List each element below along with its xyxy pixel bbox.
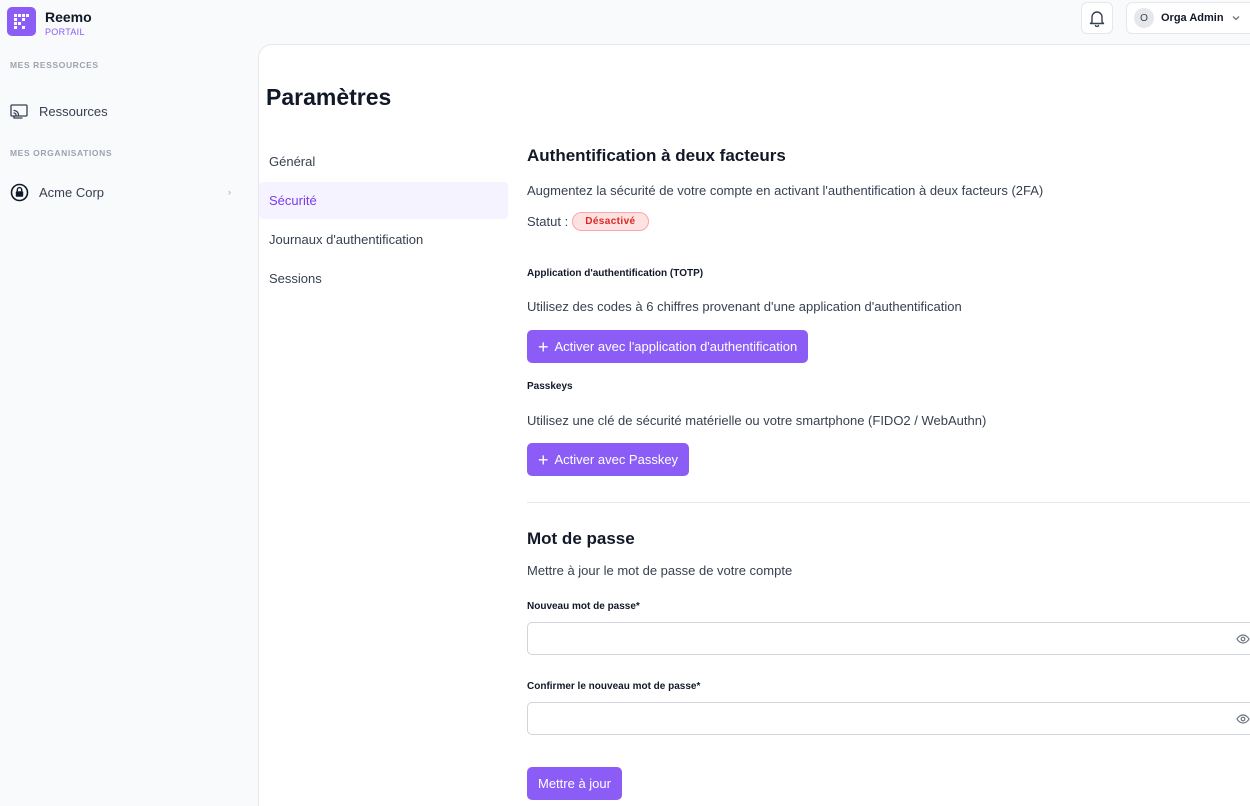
brand-name: Reemo	[45, 9, 92, 25]
tab-sessions[interactable]: Sessions	[259, 260, 508, 297]
brand[interactable]: Reemo PORTAIL	[7, 7, 92, 37]
settings-subnav: Général Sécurité Journaux d'authentifica…	[259, 143, 508, 299]
twofa-title: Authentification à deux facteurs	[527, 146, 786, 165]
button-label: Activer avec Passkey	[554, 452, 679, 467]
tab-security[interactable]: Sécurité	[259, 182, 508, 219]
new-password-wrapper	[527, 622, 1250, 655]
confirm-password-input[interactable]	[528, 703, 1250, 734]
sidebar: MES RESSOURCES Ressources MES ORGANISATI…	[0, 60, 258, 206]
eye-icon[interactable]	[1236, 632, 1250, 646]
avatar: O	[1134, 8, 1154, 28]
sidebar-item-acme-corp[interactable]: Acme Corp ›	[0, 178, 258, 206]
totp-description: Utilisez des codes à 6 chiffres provenan…	[527, 299, 962, 314]
password-description: Mettre à jour le mot de passe de votre c…	[527, 563, 793, 578]
chevron-down-icon	[1232, 16, 1240, 21]
section-divider	[527, 502, 1250, 503]
tab-general[interactable]: Général	[259, 143, 508, 180]
button-label: Activer avec l'application d'authentific…	[554, 339, 798, 354]
status-badge: Désactivé	[572, 212, 649, 231]
activate-passkey-button[interactable]: + Activer avec Passkey	[527, 443, 690, 476]
tab-auth-logs[interactable]: Journaux d'authentification	[259, 221, 508, 258]
passkey-description: Utilisez une clé de sécurité matérielle …	[527, 413, 987, 428]
section-label-organisations: MES ORGANISATIONS	[10, 148, 113, 158]
page-title: Paramètres	[266, 84, 392, 110]
twofa-status: Statut : Désactivé	[527, 212, 649, 231]
totp-title: Application d'authentification (TOTP)	[527, 268, 704, 279]
notifications-button[interactable]	[1081, 2, 1113, 34]
bell-icon	[1089, 11, 1105, 27]
twofa-description: Augmentez la sécurité de votre compte en…	[527, 183, 1044, 198]
sidebar-item-resources[interactable]: Ressources	[0, 97, 258, 125]
sidebar-item-label: Ressources	[39, 103, 108, 119]
sidebar-item-label: Acme Corp	[39, 184, 105, 200]
cast-icon	[10, 103, 28, 119]
status-label: Statut :	[527, 214, 569, 229]
reemo-logo-icon	[7, 7, 36, 36]
plus-icon: +	[538, 336, 549, 357]
confirm-password-label: Confirmer le nouveau mot de passe*	[527, 681, 701, 692]
user-name: Orga Admin	[1161, 12, 1224, 24]
eye-icon[interactable]	[1236, 712, 1250, 726]
section-label-resources: MES RESSOURCES	[10, 60, 99, 70]
new-password-input[interactable]	[528, 623, 1250, 654]
new-password-label: Nouveau mot de passe*	[527, 601, 640, 612]
activate-totp-button[interactable]: + Activer avec l'application d'authentif…	[527, 330, 809, 363]
plus-icon: +	[538, 449, 549, 470]
main-panel: Paramètres Général Sécurité Journaux d'a…	[258, 44, 1250, 806]
confirm-password-wrapper	[527, 702, 1250, 735]
chevron-right-icon: ›	[228, 187, 231, 197]
user-menu-button[interactable]: O Orga Admin	[1126, 2, 1250, 34]
lock-icon	[10, 183, 29, 201]
update-password-button[interactable]: Mettre à jour	[527, 767, 622, 800]
passkey-title: Passkeys	[527, 381, 573, 392]
brand-subtitle: PORTAIL	[45, 27, 85, 37]
password-title: Mot de passe	[527, 529, 635, 548]
